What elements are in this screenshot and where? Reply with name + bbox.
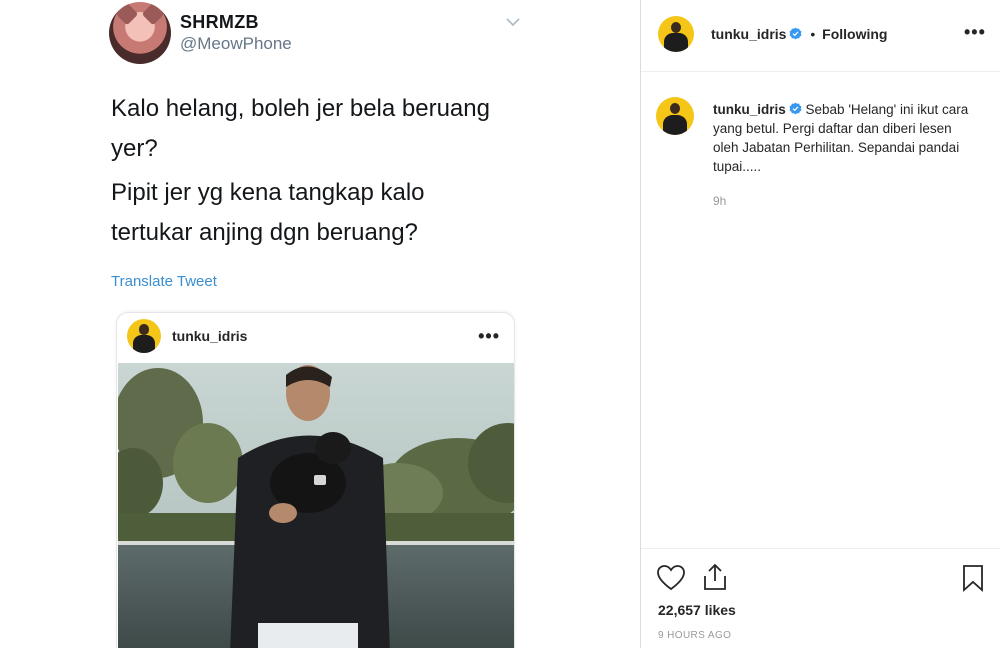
- post-actions: 22,657 likes 9 HOURS AGO: [641, 548, 1000, 648]
- tweet-card: SHRMZB @MeowPhone Kalo helang, boleh jer…: [93, 0, 538, 648]
- embedded-instagram-post: tunku_idris •••: [116, 312, 515, 648]
- embedded-username: tunku_idris: [172, 328, 248, 344]
- bookmark-icon[interactable]: [958, 563, 988, 593]
- author-username[interactable]: tunku_idris: [711, 26, 786, 42]
- following-button[interactable]: Following: [822, 26, 887, 42]
- author-username-link[interactable]: tunku_idris • Following: [711, 26, 887, 42]
- tweet-text-line-2: Pipit jer yg kena tangkap kalo tertukar …: [111, 179, 425, 246]
- author-avatar[interactable]: [658, 16, 694, 52]
- chevron-down-icon: [506, 18, 520, 27]
- verified-badge-icon: [790, 27, 802, 40]
- header-separator-dot: •: [810, 26, 816, 42]
- caption-avatar[interactable]: [656, 97, 694, 135]
- share-icon[interactable]: [700, 562, 730, 592]
- post-header: tunku_idris • Following •••: [641, 0, 1000, 72]
- tweet-avatar: [109, 2, 171, 64]
- tweet-text-line-1: Kalo helang, boleh jer bela beruang yer?: [111, 95, 490, 162]
- caption-username[interactable]: tunku_idris: [713, 102, 786, 117]
- caption-text-block: tunku_idris Sebab 'Helang' ini ikut cara…: [713, 100, 973, 176]
- embedded-avatar: [127, 319, 161, 353]
- heart-icon[interactable]: [656, 563, 686, 593]
- verified-badge-icon: [789, 102, 802, 115]
- embedded-post-photo: [118, 363, 514, 648]
- likes-count[interactable]: 22,657 likes: [658, 602, 736, 618]
- translate-tweet-link: Translate Tweet: [111, 273, 217, 290]
- embedded-more-icon: •••: [478, 326, 500, 346]
- tweet-screenshot-pane: SHRMZB @MeowPhone Kalo helang, boleh jer…: [0, 0, 640, 648]
- tweet-handle: @MeowPhone: [180, 34, 292, 53]
- caption-timestamp[interactable]: 9h: [713, 194, 726, 208]
- instagram-post-panel: tunku_idris • Following ••• tunku_idris …: [640, 0, 1000, 648]
- more-options-button[interactable]: •••: [964, 22, 986, 43]
- posted-time-ago[interactable]: 9 HOURS AGO: [658, 630, 731, 641]
- tweet-display-name: SHRMZB: [180, 12, 259, 32]
